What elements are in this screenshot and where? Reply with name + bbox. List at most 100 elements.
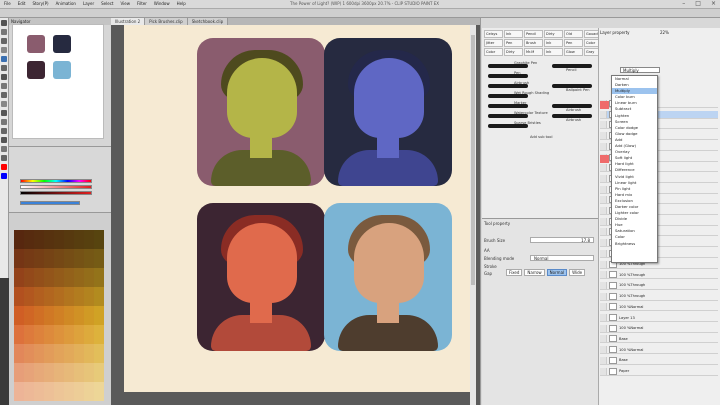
- maximize-icon[interactable]: □: [695, 0, 701, 7]
- blend-tool-icon[interactable]: [1, 110, 7, 116]
- color-swatch[interactable]: [54, 382, 64, 401]
- color-swatch[interactable]: [34, 249, 44, 268]
- color-swatch[interactable]: [54, 287, 64, 306]
- color-swatch[interactable]: [64, 344, 74, 363]
- eye-icon[interactable]: [600, 217, 607, 225]
- color-swatch[interactable]: [84, 344, 94, 363]
- brush-group-button[interactable]: Ink: [544, 48, 563, 56]
- color-swatch[interactable]: [24, 249, 34, 268]
- color-swatch[interactable]: [54, 230, 64, 249]
- color-swatch[interactable]: [84, 363, 94, 382]
- brush-group-button[interactable]: Jitter: [484, 39, 503, 47]
- color-swatch[interactable]: [34, 287, 44, 306]
- color-swatch[interactable]: [44, 268, 54, 287]
- menu-story[interactable]: Story(P): [32, 1, 48, 6]
- eye-icon[interactable]: [600, 281, 607, 289]
- eye-icon[interactable]: [600, 356, 607, 364]
- eye-icon[interactable]: [600, 142, 607, 150]
- color-swatch[interactable]: [24, 268, 34, 287]
- close-icon[interactable]: ×: [711, 0, 716, 7]
- color-swatch[interactable]: [24, 230, 34, 249]
- menu-filter[interactable]: Filter: [137, 1, 147, 6]
- eye-icon[interactable]: [600, 271, 607, 279]
- color-swatch[interactable]: [94, 363, 104, 382]
- color-swatch[interactable]: [94, 287, 104, 306]
- brush-group-button[interactable]: Color: [484, 48, 503, 56]
- main-color-icon[interactable]: [1, 164, 7, 170]
- color-swatch[interactable]: [54, 363, 64, 382]
- layer-row[interactable]: 100 %Through: [600, 271, 718, 280]
- gap-fixed[interactable]: Fixed: [506, 269, 523, 276]
- color-swatch[interactable]: [14, 382, 24, 401]
- color-swatch[interactable]: [84, 268, 94, 287]
- color-swatch[interactable]: [94, 249, 104, 268]
- color-swatch[interactable]: [94, 268, 104, 287]
- eye-icon[interactable]: [600, 335, 607, 343]
- gap-wide[interactable]: Wide: [569, 269, 586, 276]
- color-swatch[interactable]: [44, 344, 54, 363]
- blending-mode-select[interactable]: Normal: [530, 255, 594, 261]
- color-swatch[interactable]: [34, 344, 44, 363]
- color-swatch[interactable]: [14, 287, 24, 306]
- canvas-scrollbar[interactable]: [470, 25, 476, 405]
- color-swatch[interactable]: [14, 249, 24, 268]
- brush-group-button[interactable]: Pencil: [524, 30, 543, 38]
- color-swatch[interactable]: [24, 287, 34, 306]
- navigator-preview[interactable]: [12, 24, 104, 139]
- tab-illustration[interactable]: Illustration 2: [111, 18, 146, 25]
- eye-icon[interactable]: [600, 346, 607, 354]
- zoom-tool-icon[interactable]: [1, 20, 7, 26]
- eye-icon[interactable]: [600, 303, 607, 311]
- blend-mode-dropdown[interactable]: Normal Darken Multiply Color burn Linear bur…: [611, 75, 658, 263]
- color-swatch[interactable]: [54, 249, 64, 268]
- color-swatch[interactable]: [14, 344, 24, 363]
- menu-layer[interactable]: Layer: [83, 1, 94, 6]
- pen-tool-icon[interactable]: [1, 65, 7, 71]
- brightness-slider[interactable]: [20, 191, 92, 195]
- eye-icon[interactable]: [600, 121, 607, 129]
- menu-file[interactable]: File: [4, 1, 11, 6]
- eye-icon[interactable]: [600, 367, 607, 375]
- brush-group-button[interactable]: Dirty: [544, 30, 563, 38]
- canvas-paper[interactable]: [124, 25, 470, 392]
- color-swatch[interactable]: [74, 230, 84, 249]
- lasso-tool-icon[interactable]: [1, 47, 7, 53]
- brush-size-slider[interactable]: 17.8: [530, 237, 594, 243]
- menu-animation[interactable]: Animation: [56, 1, 76, 6]
- eye-icon[interactable]: [600, 314, 607, 321]
- eye-icon[interactable]: [600, 132, 607, 140]
- eye-icon[interactable]: [600, 239, 607, 247]
- color-swatch[interactable]: [14, 268, 24, 287]
- layer-blend-select[interactable]: Multiply: [620, 67, 660, 73]
- tab-sketchbook[interactable]: Sketchbook.clip: [187, 18, 229, 25]
- color-swatch[interactable]: [74, 325, 84, 344]
- color-swatch[interactable]: [94, 382, 104, 401]
- color-swatch[interactable]: [14, 306, 24, 325]
- fill-tool-icon[interactable]: [1, 119, 7, 125]
- color-swatch[interactable]: [64, 382, 74, 401]
- layer-row[interactable]: Base: [600, 356, 718, 365]
- color-swatch[interactable]: [64, 249, 74, 268]
- color-swatch[interactable]: [24, 344, 34, 363]
- color-swatch[interactable]: [44, 325, 54, 344]
- brush-group-button[interactable]: Old: [564, 30, 583, 38]
- brush-group-button[interactable]: Ink: [504, 30, 523, 38]
- color-swatch[interactable]: [74, 249, 84, 268]
- gap-narrow[interactable]: Narrow: [524, 269, 545, 276]
- color-swatch[interactable]: [74, 363, 84, 382]
- eye-icon[interactable]: [600, 110, 607, 118]
- gradient-tool-icon[interactable]: [1, 128, 7, 134]
- minimize-icon[interactable]: –: [682, 0, 685, 7]
- layer-row[interactable]: Paper: [600, 367, 718, 376]
- eye-icon[interactable]: [600, 196, 607, 204]
- color-swatch[interactable]: [64, 230, 74, 249]
- add-subtool-button[interactable]: Add sub tool: [530, 135, 552, 139]
- layer-row[interactable]: Layer 13: [600, 314, 718, 322]
- tab-pick-brushes[interactable]: Pick Brushes.clip: [145, 18, 188, 25]
- layer-row[interactable]: 100 %Normal: [600, 324, 718, 333]
- text-tool-icon[interactable]: [1, 146, 7, 152]
- eye-icon[interactable]: [600, 207, 607, 214]
- color-swatch[interactable]: [44, 382, 54, 401]
- sub-color-icon[interactable]: [1, 173, 7, 179]
- color-swatch[interactable]: [34, 363, 44, 382]
